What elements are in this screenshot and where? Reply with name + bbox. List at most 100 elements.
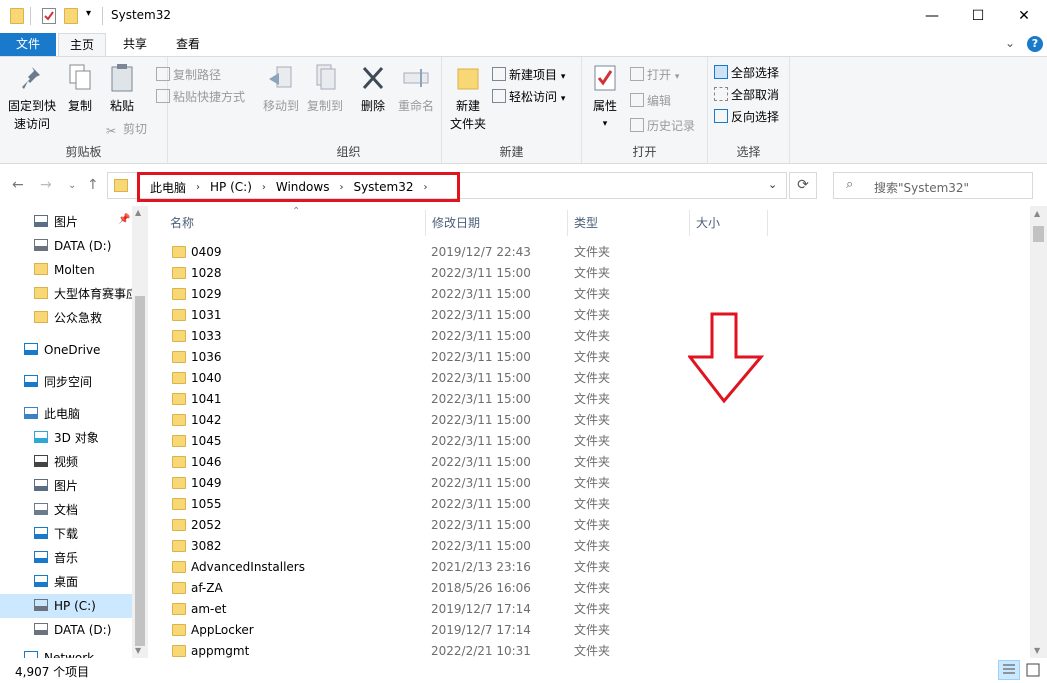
details-view-icon[interactable] bbox=[998, 660, 1020, 680]
chevron-right-icon[interactable]: › bbox=[196, 182, 200, 193]
copy-path-button[interactable]: 复制路径 bbox=[156, 65, 221, 85]
search-input[interactable]: ⌕ 搜索"System32" bbox=[833, 172, 1033, 199]
paste-button[interactable]: 粘贴 bbox=[104, 63, 140, 115]
nav-item[interactable]: HP (C:) bbox=[0, 594, 132, 618]
paste-shortcut-button[interactable]: 粘贴快捷方式 bbox=[156, 87, 245, 107]
nav-item[interactable]: 大型体育赛事应 bbox=[0, 282, 132, 306]
file-row[interactable]: 1055 2022/3/11 15:00 文件夹 bbox=[168, 494, 688, 515]
refresh-button[interactable]: ⟳ bbox=[789, 172, 817, 199]
breadcrumb-system32[interactable]: System32 bbox=[353, 180, 413, 194]
file-row[interactable]: 1045 2022/3/11 15:00 文件夹 bbox=[168, 431, 688, 452]
file-row[interactable]: am-et 2019/12/7 17:14 文件夹 bbox=[168, 599, 688, 620]
file-scroll-thumb[interactable] bbox=[1033, 226, 1044, 242]
minimize-button[interactable]: — bbox=[909, 0, 955, 31]
column-header-name[interactable]: 名称 bbox=[164, 210, 426, 236]
rename-button[interactable]: 重命名 bbox=[394, 63, 438, 115]
pin-quick-access-button[interactable]: 固定到快 速访问 bbox=[6, 63, 58, 133]
scroll-up-icon[interactable]: ▲ bbox=[1034, 209, 1040, 218]
nav-item[interactable]: 文档 bbox=[0, 498, 132, 522]
copy-button[interactable]: 复制 bbox=[62, 63, 98, 115]
tab-view[interactable]: 查看 bbox=[165, 33, 211, 56]
nav-item[interactable]: 图片 bbox=[0, 210, 132, 234]
open-button[interactable]: 打开 ▾ bbox=[630, 65, 679, 85]
file-row[interactable]: 3082 2022/3/11 15:00 文件夹 bbox=[168, 536, 688, 557]
tab-share[interactable]: 共享 bbox=[112, 33, 158, 56]
new-folder-qat-icon[interactable] bbox=[64, 8, 78, 24]
tab-home[interactable]: 主页 bbox=[58, 33, 107, 57]
nav-scrollbar[interactable]: ▲ ▼ bbox=[132, 206, 148, 658]
file-row[interactable]: 1036 2022/3/11 15:00 文件夹 bbox=[168, 347, 688, 368]
file-row[interactable]: 1029 2022/3/11 15:00 文件夹 bbox=[168, 284, 688, 305]
scroll-up-icon[interactable]: ▲ bbox=[135, 208, 141, 217]
nav-item[interactable]: 3D 对象 bbox=[0, 426, 132, 450]
back-arrow-icon[interactable]: ← bbox=[12, 177, 24, 193]
file-row[interactable]: 1049 2022/3/11 15:00 文件夹 bbox=[168, 473, 688, 494]
help-icon[interactable]: ? bbox=[1027, 36, 1043, 52]
nav-scroll-thumb[interactable] bbox=[135, 296, 145, 646]
breadcrumb-windows[interactable]: Windows bbox=[276, 180, 330, 194]
address-dropdown-icon[interactable]: ⌄ bbox=[768, 178, 777, 191]
scroll-down-icon[interactable]: ▼ bbox=[135, 646, 141, 655]
file-row[interactable]: 1042 2022/3/11 15:00 文件夹 bbox=[168, 410, 688, 431]
copy-to-button[interactable]: 复制到 bbox=[304, 63, 346, 115]
history-button[interactable]: 历史记录 bbox=[630, 116, 695, 136]
column-header-type[interactable]: 类型 bbox=[568, 210, 690, 236]
file-row[interactable]: 1031 2022/3/11 15:00 文件夹 bbox=[168, 305, 688, 326]
file-row[interactable]: 1046 2022/3/11 15:00 文件夹 bbox=[168, 452, 688, 473]
large-icons-view-icon[interactable] bbox=[1022, 660, 1044, 680]
breadcrumb-this-pc[interactable]: 此电脑 bbox=[150, 179, 186, 196]
recent-chevron-icon[interactable]: ⌄ bbox=[68, 180, 76, 191]
new-folder-button[interactable]: 新建 文件夹 bbox=[446, 63, 490, 133]
select-none-button[interactable]: 全部取消 bbox=[714, 85, 779, 105]
forward-arrow-icon[interactable]: → bbox=[40, 177, 52, 193]
nav-item[interactable]: 视频 bbox=[0, 450, 132, 474]
invert-selection-button[interactable]: 反向选择 bbox=[714, 107, 779, 127]
chevron-right-icon[interactable]: › bbox=[262, 182, 266, 193]
file-row[interactable]: 1033 2022/3/11 15:00 文件夹 bbox=[168, 326, 688, 347]
nav-item[interactable]: 图片 bbox=[0, 474, 132, 498]
file-row[interactable]: 1041 2022/3/11 15:00 文件夹 bbox=[168, 389, 688, 410]
move-to-button[interactable]: 移动到 bbox=[260, 63, 302, 115]
folder-icon bbox=[172, 582, 186, 594]
file-row[interactable]: 0409 2019/12/7 22:43 文件夹 bbox=[168, 242, 688, 263]
select-group-label: 选择 bbox=[736, 145, 761, 159]
chevron-right-icon[interactable]: › bbox=[339, 182, 343, 193]
column-header-size[interactable]: 大小 bbox=[690, 210, 768, 236]
edit-button[interactable]: 编辑 bbox=[630, 91, 671, 111]
file-row[interactable]: af-ZA 2018/5/26 16:06 文件夹 bbox=[168, 578, 688, 599]
close-button[interactable]: ✕ bbox=[1001, 0, 1047, 31]
properties-qat-icon[interactable] bbox=[42, 8, 56, 24]
file-row[interactable]: 2052 2022/3/11 15:00 文件夹 bbox=[168, 515, 688, 536]
easy-access-button[interactable]: 轻松访问 ▾ bbox=[492, 87, 565, 107]
delete-button[interactable]: 删除 bbox=[356, 63, 390, 115]
nav-item[interactable]: 此电脑 bbox=[0, 402, 132, 426]
nav-item[interactable]: 同步空间 bbox=[0, 370, 132, 394]
breadcrumb-hp-c[interactable]: HP (C:) bbox=[210, 180, 252, 194]
select-all-button[interactable]: 全部选择 bbox=[714, 63, 779, 83]
cut-button[interactable]: ✂ 剪切 bbox=[106, 119, 147, 139]
new-item-button[interactable]: 新建项目 ▾ bbox=[492, 65, 565, 85]
file-list-scrollbar[interactable]: ▲ ▼ bbox=[1030, 206, 1047, 658]
chevron-right-icon[interactable]: › bbox=[423, 182, 427, 193]
properties-button[interactable]: 属性 ▾ bbox=[588, 63, 622, 133]
column-header-date[interactable]: 修改日期 bbox=[426, 210, 568, 236]
qat-dropdown-icon[interactable]: ▾ bbox=[86, 8, 91, 19]
file-row[interactable]: 1028 2022/3/11 15:00 文件夹 bbox=[168, 263, 688, 284]
nav-item[interactable]: 下载 bbox=[0, 522, 132, 546]
nav-item[interactable]: DATA (D:) bbox=[0, 234, 132, 258]
file-row[interactable]: 1040 2022/3/11 15:00 文件夹 bbox=[168, 368, 688, 389]
nav-item[interactable]: DATA (D:) bbox=[0, 618, 132, 642]
file-row[interactable]: AdvancedInstallers 2021/2/13 23:16 文件夹 bbox=[168, 557, 688, 578]
maximize-button[interactable]: ☐ bbox=[955, 0, 1001, 31]
nav-item[interactable]: 桌面 bbox=[0, 570, 132, 594]
file-row[interactable]: AppLocker 2019/12/7 17:14 文件夹 bbox=[168, 620, 688, 641]
tab-file[interactable]: 文件 bbox=[0, 33, 56, 56]
up-arrow-icon[interactable]: ↑ bbox=[87, 177, 99, 193]
expand-ribbon-icon[interactable]: ⌄ bbox=[1005, 36, 1015, 50]
nav-item[interactable]: Network bbox=[0, 646, 132, 658]
nav-item[interactable]: OneDrive bbox=[0, 338, 132, 362]
nav-item[interactable]: 公众急救 bbox=[0, 306, 132, 330]
nav-item[interactable]: Molten bbox=[0, 258, 132, 282]
scroll-down-icon[interactable]: ▼ bbox=[1034, 646, 1040, 655]
nav-item[interactable]: 音乐 bbox=[0, 546, 132, 570]
